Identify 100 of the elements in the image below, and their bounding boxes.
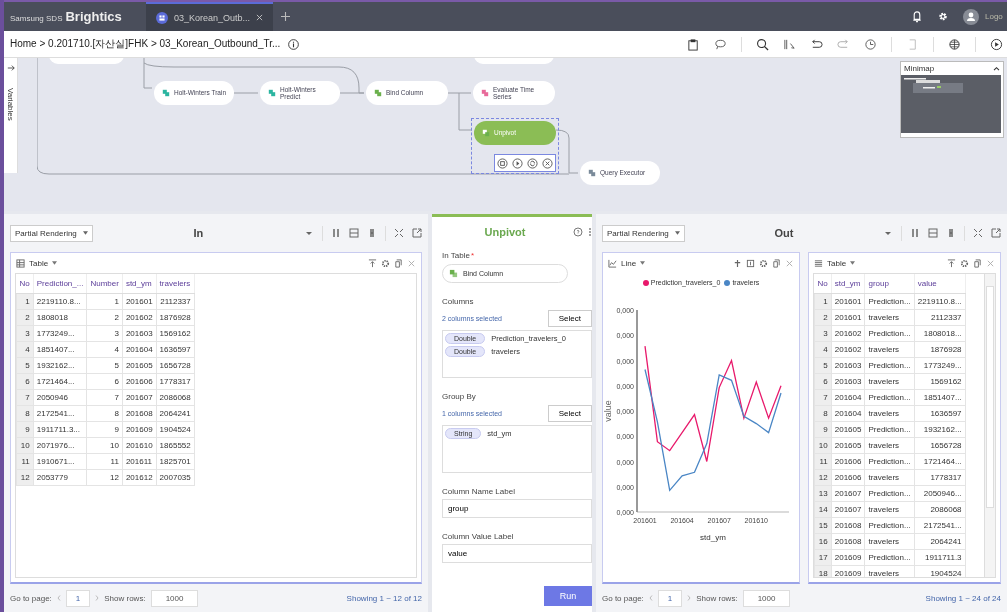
row-count: Showing 1 ~ 12 of 12 — [346, 593, 422, 603]
copy-icon[interactable] — [973, 258, 982, 268]
arrow-icon[interactable] — [6, 64, 15, 72]
run-icon[interactable] — [990, 37, 1003, 51]
run-button[interactable]: Run — [544, 586, 592, 606]
table-icon — [16, 258, 25, 268]
rows-dropdown[interactable]: 1000 — [742, 589, 791, 607]
export-icon[interactable] — [368, 258, 377, 268]
table-cell: 1911711.3 — [914, 549, 966, 566]
zoom-icon[interactable] — [756, 37, 769, 51]
table-cell: 201609 — [831, 549, 865, 566]
rows-icon[interactable] — [349, 228, 359, 238]
table-cell: 6 — [86, 373, 123, 390]
function-icon — [449, 269, 458, 278]
select-button[interactable]: Select — [547, 310, 592, 327]
history-icon[interactable] — [864, 37, 877, 51]
delete-icon[interactable] — [542, 157, 553, 169]
column-header[interactable]: std_ym — [122, 274, 157, 294]
view-type-dropdown[interactable]: Table — [827, 258, 847, 268]
column-header[interactable]: group — [864, 274, 915, 294]
column-header[interactable]: travelers — [156, 274, 195, 294]
view-type-dropdown[interactable]: Table — [29, 258, 49, 268]
rows-label: Show rows: — [696, 593, 738, 603]
copy-icon[interactable] — [497, 157, 508, 169]
column-header[interactable]: Prediction_... — [33, 274, 87, 294]
undo-icon[interactable] — [810, 37, 823, 51]
popout-icon[interactable] — [991, 228, 1001, 238]
page-field[interactable]: 1 — [65, 589, 91, 607]
info-icon[interactable] — [288, 38, 300, 50]
column-header[interactable]: Number — [86, 274, 123, 294]
table-cell: 1636597 — [914, 405, 966, 422]
caret-icon[interactable] — [850, 261, 856, 265]
scrollbar[interactable] — [984, 274, 995, 577]
settings-icon[interactable] — [937, 10, 949, 23]
user-name[interactable]: Logo — [985, 12, 1007, 21]
add-tab-icon[interactable] — [281, 12, 291, 21]
table-cell: 201601 — [831, 309, 865, 326]
refresh-icon[interactable] — [527, 157, 538, 169]
table-cell: 1656728 — [914, 437, 966, 454]
render-mode-dropdown[interactable]: Partial Rendering — [602, 224, 685, 242]
table-cell: 201604 — [831, 405, 865, 422]
clipboard-icon[interactable] — [687, 37, 700, 51]
table-cell: 1721464... — [914, 453, 966, 470]
table-cell: travelers — [864, 501, 915, 518]
copy-icon[interactable] — [394, 258, 403, 268]
export-icon[interactable] — [746, 258, 755, 268]
columns-icon[interactable] — [331, 228, 341, 238]
grid-icon[interactable] — [367, 228, 377, 238]
variables-sidebar[interactable]: Variables — [4, 58, 18, 173]
input-field[interactable]: group — [442, 499, 592, 518]
file-tab[interactable]: 03_Korean_Outb... — [146, 2, 274, 31]
input-field[interactable]: value — [442, 544, 592, 563]
table-cell: Prediction... — [864, 293, 915, 310]
minimap-panel[interactable]: Minimap — [900, 61, 1004, 138]
function-icon — [162, 89, 170, 97]
collapse-icon[interactable] — [993, 66, 1000, 71]
table-cell: 1865552 — [156, 437, 195, 454]
settings-icon[interactable] — [381, 258, 390, 268]
table-cell: travelers — [864, 309, 915, 326]
rows-icon[interactable] — [928, 228, 938, 238]
settings-icon[interactable] — [759, 258, 768, 268]
table-cell: 201610 — [122, 437, 157, 454]
globe-icon[interactable] — [948, 37, 961, 51]
render-mode-dropdown[interactable]: Partial Rendering — [10, 224, 93, 242]
export-icon[interactable] — [947, 258, 956, 268]
help-icon[interactable] — [573, 227, 583, 237]
more-icon[interactable] — [588, 227, 592, 237]
copy-icon[interactable] — [772, 258, 781, 268]
sidebar-label[interactable]: Variables — [6, 88, 15, 121]
caret-icon[interactable] — [640, 261, 646, 265]
field-label: In Table — [442, 251, 470, 260]
settings-icon[interactable] — [960, 258, 969, 268]
table-cell: 1773249... — [914, 357, 966, 374]
table-cell: 201608 — [831, 533, 865, 550]
close-icon[interactable] — [256, 14, 264, 21]
function-icon — [374, 89, 382, 97]
popout-icon[interactable] — [412, 228, 422, 238]
bell-icon[interactable] — [911, 10, 923, 23]
table-cell: 1569162 — [156, 325, 195, 342]
grid-icon[interactable] — [946, 228, 956, 238]
table-cell: travelers — [864, 405, 915, 422]
view-type-dropdown[interactable]: Line — [621, 258, 637, 268]
rows-dropdown[interactable]: 1000 — [150, 589, 199, 607]
table-cell: 5 — [86, 357, 123, 374]
columns-icon[interactable] — [910, 228, 920, 238]
expand-icon[interactable] — [973, 228, 983, 238]
select-button[interactable]: Select — [547, 405, 592, 422]
avatar-icon[interactable] — [963, 8, 979, 25]
column-header[interactable]: No — [814, 274, 832, 294]
page-field[interactable]: 1 — [657, 589, 683, 607]
pin-icon[interactable] — [733, 258, 742, 268]
caret-icon[interactable] — [52, 261, 58, 265]
table-cell: 2219110.8... — [33, 293, 87, 310]
column-header[interactable]: value — [914, 274, 966, 294]
column-header[interactable]: No — [16, 274, 34, 294]
expand-icon[interactable] — [394, 228, 404, 238]
table-cell: 1778317 — [156, 373, 195, 390]
rows-label: Show rows: — [104, 593, 146, 603]
play-icon[interactable] — [512, 157, 523, 169]
column-header[interactable]: std_ym — [831, 274, 865, 294]
